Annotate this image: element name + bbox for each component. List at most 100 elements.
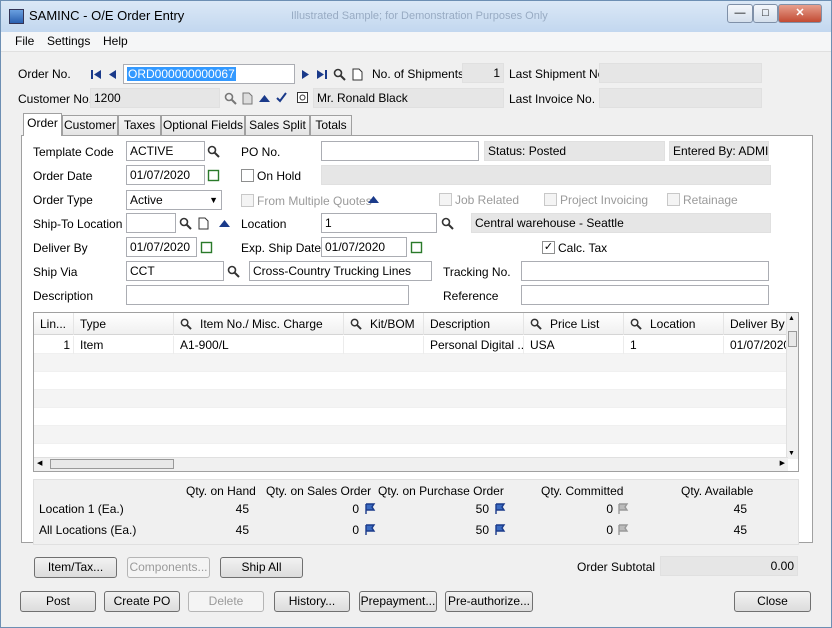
- scroll-right-icon[interactable]: ▶: [780, 459, 785, 467]
- order-type-select[interactable]: Active ▼: [126, 190, 222, 210]
- maximize-button[interactable]: □: [753, 4, 778, 23]
- customer-info-icon[interactable]: [296, 91, 309, 104]
- ship-all-button[interactable]: Ship All: [220, 557, 303, 578]
- detail-lines-grid[interactable]: Lin... Type Item No./ Misc. Charge Kit/B…: [33, 312, 799, 472]
- horizontal-scroll-thumb[interactable]: [50, 459, 174, 469]
- grid-location-finder-icon[interactable]: [630, 318, 642, 330]
- deliver-by-calendar-icon[interactable]: [200, 241, 213, 254]
- location-input[interactable]: 1: [321, 213, 437, 233]
- create-po-button[interactable]: Create PO: [104, 591, 180, 612]
- drilldown-icon[interactable]: [365, 503, 376, 515]
- from-quotes-checkbox[interactable]: [241, 194, 254, 207]
- ship-via-input[interactable]: CCT: [126, 261, 224, 281]
- preauthorize-button[interactable]: Pre-authorize...: [445, 591, 533, 612]
- customer-zoom-icon[interactable]: [258, 92, 271, 105]
- scroll-down-icon[interactable]: ▼: [788, 450, 795, 457]
- menu-file[interactable]: File: [15, 34, 34, 48]
- order-no-input[interactable]: ORD000000000067: [123, 64, 295, 84]
- item-tax-button[interactable]: Item/Tax...: [34, 557, 117, 578]
- components-button[interactable]: Components...: [127, 557, 210, 578]
- ship-via-description-input[interactable]: Cross-Country Trucking Lines: [249, 261, 432, 281]
- ship-to-document-icon[interactable]: [197, 217, 210, 230]
- tracking-input[interactable]: [521, 261, 769, 281]
- price-list-finder-icon[interactable]: [530, 318, 542, 330]
- qty-row-location-on-hand: 45: [235, 502, 249, 516]
- order-date-input[interactable]: 01/07/2020: [126, 165, 205, 185]
- deliver-by-input[interactable]: 01/07/2020: [126, 237, 197, 257]
- new-document-icon[interactable]: [351, 68, 364, 81]
- menu-settings[interactable]: Settings: [47, 34, 90, 48]
- tab-customer[interactable]: Customer: [62, 115, 118, 136]
- finder-icon[interactable]: [333, 68, 346, 81]
- col-header-item[interactable]: Item No./ Misc. Charge: [174, 313, 344, 335]
- tab-totals[interactable]: Totals: [310, 115, 352, 136]
- table-row-empty[interactable]: [34, 408, 788, 426]
- ship-to-finder-icon[interactable]: [179, 217, 192, 230]
- previous-record-icon[interactable]: [106, 68, 119, 81]
- table-row-empty[interactable]: [34, 372, 788, 390]
- col-header-kit[interactable]: Kit/BOM: [344, 313, 424, 335]
- customer-finder-icon[interactable]: [224, 92, 237, 105]
- item-finder-icon[interactable]: [180, 318, 192, 330]
- vertical-scroll-thumb[interactable]: [788, 331, 797, 347]
- exp-ship-calendar-icon[interactable]: [410, 241, 423, 254]
- order-type-value: Active: [130, 193, 163, 207]
- tab-taxes[interactable]: Taxes: [118, 115, 161, 136]
- exp-ship-input[interactable]: 01/07/2020: [321, 237, 407, 257]
- ship-via-finder-icon[interactable]: [227, 265, 240, 278]
- table-row-empty[interactable]: [34, 354, 788, 372]
- menu-help[interactable]: Help: [103, 34, 128, 48]
- col-header-deliver-by[interactable]: Deliver By: [724, 313, 788, 335]
- grid-vertical-scrollbar[interactable]: ▲ ▼: [786, 313, 798, 459]
- col-header-price-list[interactable]: Price List: [524, 313, 624, 335]
- kit-finder-icon[interactable]: [350, 318, 362, 330]
- scroll-up-icon[interactable]: ▲: [788, 315, 795, 322]
- customer-check-icon[interactable]: [275, 91, 288, 104]
- drilldown-icon[interactable]: [495, 503, 506, 515]
- table-row-empty[interactable]: [34, 426, 788, 444]
- customer-document-icon[interactable]: [241, 92, 254, 105]
- col-header-location[interactable]: Location: [624, 313, 724, 335]
- close-window-button[interactable]: ✕: [778, 4, 822, 23]
- template-finder-icon[interactable]: [207, 145, 220, 158]
- reference-input[interactable]: [521, 285, 769, 305]
- po-no-input[interactable]: [321, 141, 479, 161]
- tab-order[interactable]: Order: [23, 113, 62, 136]
- retainage-checkbox[interactable]: [667, 193, 680, 206]
- first-record-icon[interactable]: [90, 68, 103, 81]
- ship-to-zoom-icon[interactable]: [218, 217, 231, 230]
- delete-button[interactable]: Delete: [188, 591, 264, 612]
- col-header-type[interactable]: Type: [74, 313, 174, 335]
- quotes-zoom-icon[interactable]: [367, 193, 380, 206]
- ship-to-input[interactable]: [126, 213, 176, 233]
- next-record-icon[interactable]: [299, 68, 312, 81]
- col-header-line[interactable]: Lin...: [34, 313, 74, 335]
- prepayment-button[interactable]: Prepayment...: [359, 591, 437, 612]
- template-code-input[interactable]: ACTIVE: [126, 141, 205, 161]
- table-row-empty[interactable]: [34, 390, 788, 408]
- history-button[interactable]: History...: [274, 591, 350, 612]
- post-button[interactable]: Post: [20, 591, 96, 612]
- tab-sales-split[interactable]: Sales Split: [245, 115, 310, 136]
- minimize-button[interactable]: —: [727, 4, 753, 23]
- col-header-description[interactable]: Description: [424, 313, 524, 335]
- drilldown-icon[interactable]: [365, 524, 376, 536]
- tab-optional-fields[interactable]: Optional Fields: [161, 115, 245, 136]
- qty-available-header: Qty. Available: [681, 484, 754, 498]
- order-date-calendar-icon[interactable]: [207, 169, 220, 182]
- calc-tax-checkbox[interactable]: ✓: [542, 241, 555, 254]
- last-record-icon[interactable]: [315, 68, 328, 81]
- close-button[interactable]: Close: [734, 591, 811, 612]
- status-field: Status: Posted: [484, 141, 665, 161]
- project-invoicing-checkbox[interactable]: [544, 193, 557, 206]
- drilldown-icon[interactable]: [495, 524, 506, 536]
- scroll-left-icon[interactable]: ◀: [37, 459, 42, 467]
- job-related-checkbox[interactable]: [439, 193, 452, 206]
- on-hold-checkbox[interactable]: [241, 169, 254, 182]
- qty-row-location-on-po: 50: [475, 502, 489, 516]
- table-row[interactable]: 1 Item A1-900/L Personal Digital ... USA…: [34, 336, 788, 354]
- description-input[interactable]: [126, 285, 409, 305]
- cell-price-list: USA: [524, 336, 624, 354]
- location-finder-icon[interactable]: [441, 217, 454, 230]
- grid-horizontal-scrollbar[interactable]: ◀ ▶: [34, 457, 788, 471]
